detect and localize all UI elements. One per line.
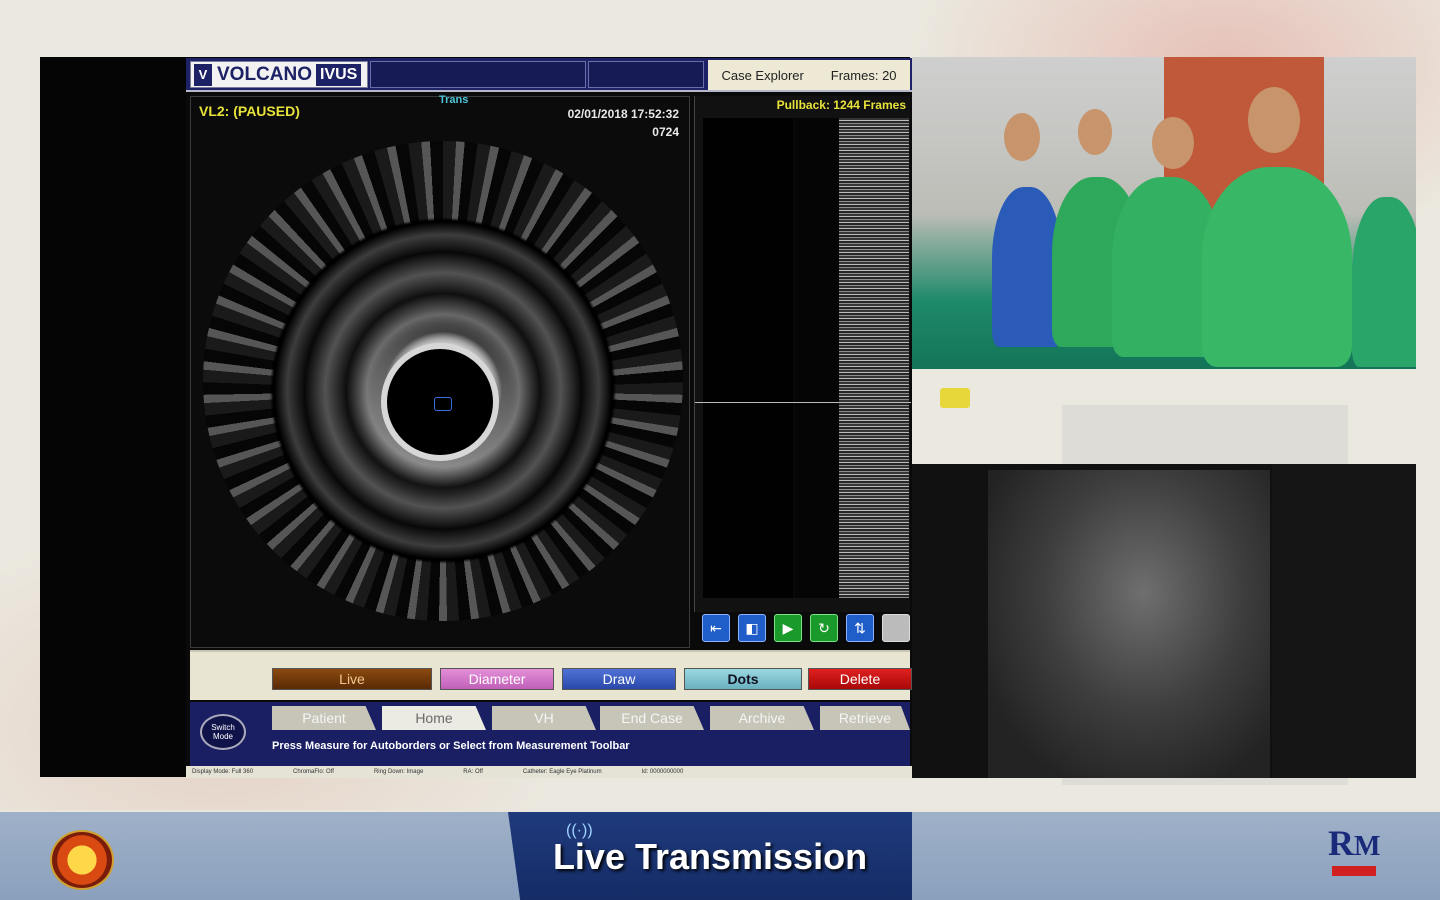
instruction-hint: Press Measure for Autoborders or Select … (272, 740, 630, 752)
person-2-head (1078, 109, 1112, 155)
brand-name: VOLCANO (217, 63, 312, 85)
ivus-header: V VOLCANO IVUS Case Explorer Frames: 20 (186, 58, 912, 92)
tab-archive[interactable]: Archive (710, 706, 814, 730)
frames-count: Frames: 20 (830, 67, 897, 83)
broadcast-icon: ((·)) (566, 822, 593, 839)
status-ring-down: Ring Down: Image (373, 769, 424, 775)
frame-cursor-handle[interactable] (940, 388, 970, 408)
pullback-frames: Pullback: 1244 Frames (776, 98, 906, 112)
longitudinal-lumen (795, 118, 839, 598)
play-icon[interactable]: ▶ (774, 614, 802, 642)
ivus-cross-section[interactable]: VL2: (PAUSED) Trans 02/01/2018 17:52:32 … (190, 94, 690, 648)
status-catheter: Catheter: Eagle Eye Platinum (522, 769, 602, 775)
tab-vh[interactable]: VH (492, 706, 596, 730)
status-display-mode: Display Mode: Full 360 (192, 769, 254, 775)
switch-mode-button[interactable]: Switch Mode (200, 714, 246, 750)
operating-room-camera-feed (912, 57, 1416, 369)
angiography-feed (912, 464, 1416, 778)
measurement-toolbar: Live Diameter Draw Dots Delete (190, 650, 912, 700)
volcano-mark-icon: V (194, 63, 212, 86)
rm-logo-mark: RM (1328, 823, 1381, 863)
tab-patient[interactable]: Patient (272, 706, 376, 730)
live-button[interactable]: Live (272, 668, 432, 690)
frame-number: 0724 (652, 125, 679, 139)
person-1-head (1004, 113, 1040, 161)
tab-home[interactable]: Home (382, 706, 486, 730)
dots-button[interactable]: Dots (684, 668, 802, 690)
angiogram-image (988, 470, 1270, 778)
broadcast-footer: Live Transmission (0, 812, 1440, 900)
rm-logo: RM (1328, 822, 1380, 886)
step-back-icon[interactable]: ⇤ (702, 614, 730, 642)
rm-logo-band (1332, 866, 1376, 876)
live-transmission-title: Live Transmission (552, 836, 868, 877)
status-ra: RA: Off (463, 769, 483, 775)
loop-icon[interactable]: ↻ (810, 614, 838, 642)
person-5 (1352, 197, 1416, 367)
frame-back-icon[interactable]: ◧ (738, 614, 766, 642)
header-empty-box-2 (588, 61, 704, 88)
status-strip: Display Mode: Full 360 ChromaFlo: Off Ri… (186, 766, 912, 778)
delete-button[interactable]: Delete (808, 668, 912, 690)
bookmark-icon[interactable]: ⇅ (846, 614, 874, 642)
case-explorer-panel[interactable]: Case Explorer Frames: 20 (708, 60, 910, 90)
product-name: IVUS (316, 63, 362, 86)
nav-bar: Switch Mode Patient Home VH End Case Arc… (190, 702, 910, 766)
volcano-logo: V VOLCANO IVUS (190, 61, 368, 88)
tab-end-case[interactable]: End Case (600, 706, 704, 730)
tab-retrieve[interactable]: Retrieve (820, 706, 910, 730)
mode-status: VL2: (PAUSED) (199, 103, 300, 119)
person-4 (1202, 167, 1352, 367)
more-icon[interactable] (882, 614, 910, 642)
ivus-console: V VOLCANO IVUS Case Explorer Frames: 20 … (186, 58, 912, 778)
status-chromaflo: ChromaFlo: Off (293, 769, 334, 775)
playback-controls: ⇤ ◧ ▶ ↻ ⇅ (702, 614, 912, 644)
angio-info-panel (1272, 464, 1416, 778)
society-logo (50, 830, 114, 890)
draw-button[interactable]: Draw (562, 668, 676, 690)
case-explorer-label[interactable]: Case Explorer (721, 68, 803, 83)
person-3-head (1152, 117, 1194, 169)
catheter-marker (434, 397, 452, 411)
longitudinal-view[interactable]: Pullback: 1244 Frames (694, 96, 911, 612)
status-id: Id: 0000000000 (641, 769, 684, 775)
datetime: 02/01/2018 17:52:32 (567, 107, 679, 121)
timestamp: 02/01/2018 17:52:32 0724 (568, 105, 679, 141)
diameter-button[interactable]: Diameter (440, 668, 554, 690)
frame-cursor-line[interactable] (695, 402, 911, 403)
trans-label: Trans (439, 94, 469, 106)
person-4-head (1248, 87, 1300, 153)
header-empty-box-1 (370, 61, 586, 88)
